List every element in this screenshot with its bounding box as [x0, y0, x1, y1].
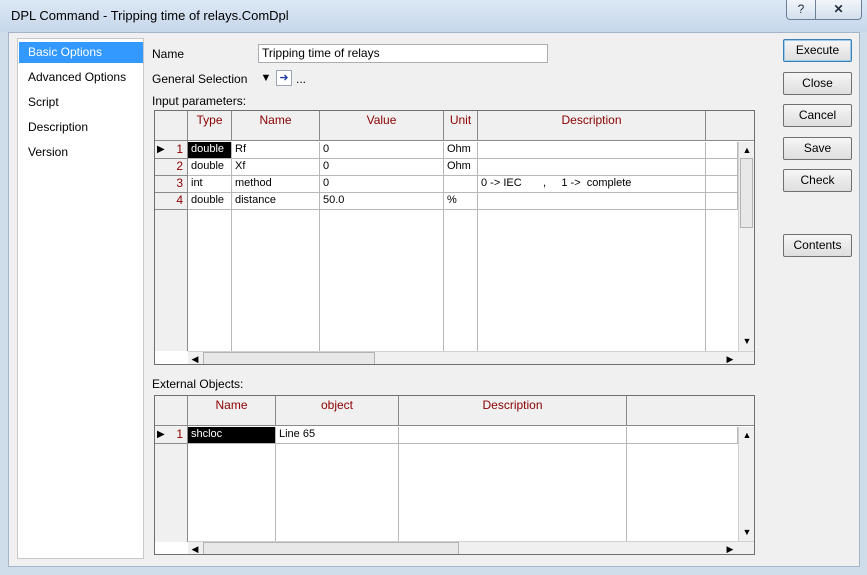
column-header-value[interactable]: Value: [320, 111, 444, 141]
cell-value[interactable]: 0: [320, 176, 444, 193]
horizontal-scrollbar[interactable]: ◀ ▶: [188, 541, 754, 554]
table-corner: [155, 111, 188, 141]
cell-unit[interactable]: Ohm: [444, 142, 478, 159]
nav-item-advanced-options[interactable]: Advanced Options: [19, 67, 143, 88]
cell-type[interactable]: double: [188, 142, 232, 159]
input-parameters-label: Input parameters:: [152, 94, 247, 108]
grid-line: [319, 210, 320, 351]
name-label: Name: [152, 47, 185, 61]
row-number[interactable]: 4: [155, 193, 188, 210]
arrow-up-icon[interactable]: ▲: [740, 143, 754, 157]
column-header-description[interactable]: Description: [399, 396, 627, 426]
column-header-type[interactable]: Type: [188, 111, 232, 141]
window-title: DPL Command - Tripping time of relays.Co…: [11, 8, 289, 23]
cell-unit[interactable]: %: [444, 193, 478, 210]
jump-arrow-icon[interactable]: ➜: [276, 70, 292, 86]
column-header-unit[interactable]: Unit: [444, 111, 478, 141]
grid-line: [705, 210, 706, 351]
close-button[interactable]: Close: [783, 72, 852, 95]
grid-line: [231, 210, 232, 351]
options-nav: Basic Options Advanced Options Script De…: [17, 38, 144, 559]
horizontal-scrollbar[interactable]: ◀ ▶: [188, 351, 754, 364]
contents-button[interactable]: Contents: [783, 234, 852, 257]
grid-line: [398, 444, 399, 542]
cell-unit[interactable]: Ohm: [444, 159, 478, 176]
cell-name[interactable]: Rf: [232, 142, 320, 159]
execute-button[interactable]: Execute: [783, 39, 852, 62]
cell-filler: [627, 427, 738, 444]
grid-line: [626, 444, 627, 542]
arrow-right-icon[interactable]: ▶: [723, 352, 737, 364]
cell-name[interactable]: method: [232, 176, 320, 193]
cell-name[interactable]: Xf: [232, 159, 320, 176]
dropdown-arrow-icon[interactable]: ▼: [259, 71, 273, 85]
column-header-filler: [706, 111, 754, 141]
column-header-filler: [627, 396, 754, 426]
cell-type[interactable]: int: [188, 176, 232, 193]
name-field[interactable]: Tripping time of relays: [258, 44, 548, 63]
cell-filler: [706, 159, 738, 176]
close-window-button[interactable]: ✕: [815, 0, 862, 20]
arrow-down-icon[interactable]: ▼: [740, 334, 754, 348]
save-button[interactable]: Save: [783, 137, 852, 160]
cell-name[interactable]: distance: [232, 193, 320, 210]
vertical-scrollbar[interactable]: ▲ ▼: [738, 427, 754, 542]
cell-type[interactable]: double: [188, 193, 232, 210]
table-corner: [155, 396, 188, 426]
cell-filler: [706, 142, 738, 159]
grid-line: [477, 210, 478, 351]
cancel-button[interactable]: Cancel: [783, 104, 852, 127]
external-objects-label: External Objects:: [152, 377, 244, 391]
cell-value[interactable]: 0: [320, 159, 444, 176]
column-header-name[interactable]: Name: [232, 111, 320, 141]
cell-object[interactable]: Line 65: [276, 427, 399, 444]
nav-item-version[interactable]: Version: [19, 142, 143, 163]
column-header-description[interactable]: Description: [478, 111, 706, 141]
general-selection-label: General Selection: [152, 72, 248, 86]
row-number[interactable]: 3: [155, 176, 188, 193]
arrow-down-icon[interactable]: ▼: [740, 525, 754, 539]
scroll-thumb[interactable]: [203, 542, 459, 554]
arrow-up-icon[interactable]: ▲: [740, 428, 754, 442]
cell-description[interactable]: [478, 142, 706, 159]
pointer-right-icon: ▶: [157, 144, 165, 155]
cell-filler: [706, 176, 738, 193]
cell-name[interactable]: shcloc: [188, 427, 276, 444]
column-header-name[interactable]: Name: [188, 396, 276, 426]
arrow-left-icon[interactable]: ◀: [188, 542, 202, 554]
help-button[interactable]: ?: [786, 0, 816, 20]
title-bar: DPL Command - Tripping time of relays.Co…: [0, 0, 867, 32]
vertical-scrollbar[interactable]: ▲ ▼: [738, 142, 754, 351]
cell-description[interactable]: [399, 427, 627, 444]
row-number[interactable]: ▶ 1: [155, 427, 188, 444]
cell-unit[interactable]: [444, 176, 478, 193]
grid-line: [443, 210, 444, 351]
nav-item-basic-options[interactable]: Basic Options: [19, 42, 143, 63]
cell-value[interactable]: 0: [320, 142, 444, 159]
cell-description[interactable]: [478, 193, 706, 210]
dialog-client: Basic Options Advanced Options Script De…: [8, 32, 860, 567]
cell-description[interactable]: [478, 159, 706, 176]
input-parameters-table: Type Name Value Unit Description ▶ 1 doub…: [154, 110, 755, 365]
general-selection-more[interactable]: ...: [296, 72, 306, 86]
check-button[interactable]: Check: [783, 169, 852, 192]
column-header-object[interactable]: object: [276, 396, 399, 426]
cell-filler: [706, 193, 738, 210]
pointer-right-icon: ▶: [157, 429, 165, 440]
row-number[interactable]: ▶ 1: [155, 142, 188, 159]
row-number[interactable]: 2: [155, 159, 188, 176]
arrow-right-icon[interactable]: ▶: [723, 542, 737, 554]
arrow-left-icon[interactable]: ◀: [188, 352, 202, 364]
cell-type[interactable]: double: [188, 159, 232, 176]
cell-value[interactable]: 50.0: [320, 193, 444, 210]
grid-line: [275, 444, 276, 542]
nav-item-description[interactable]: Description: [19, 117, 143, 138]
external-objects-table: Name object Description ▶ 1 shcloc Line 6…: [154, 395, 755, 555]
nav-item-script[interactable]: Script: [19, 92, 143, 113]
cell-description[interactable]: 0 -> IEC , 1 -> complete: [478, 176, 706, 193]
scroll-thumb[interactable]: [203, 352, 375, 364]
scroll-thumb[interactable]: [740, 158, 753, 228]
